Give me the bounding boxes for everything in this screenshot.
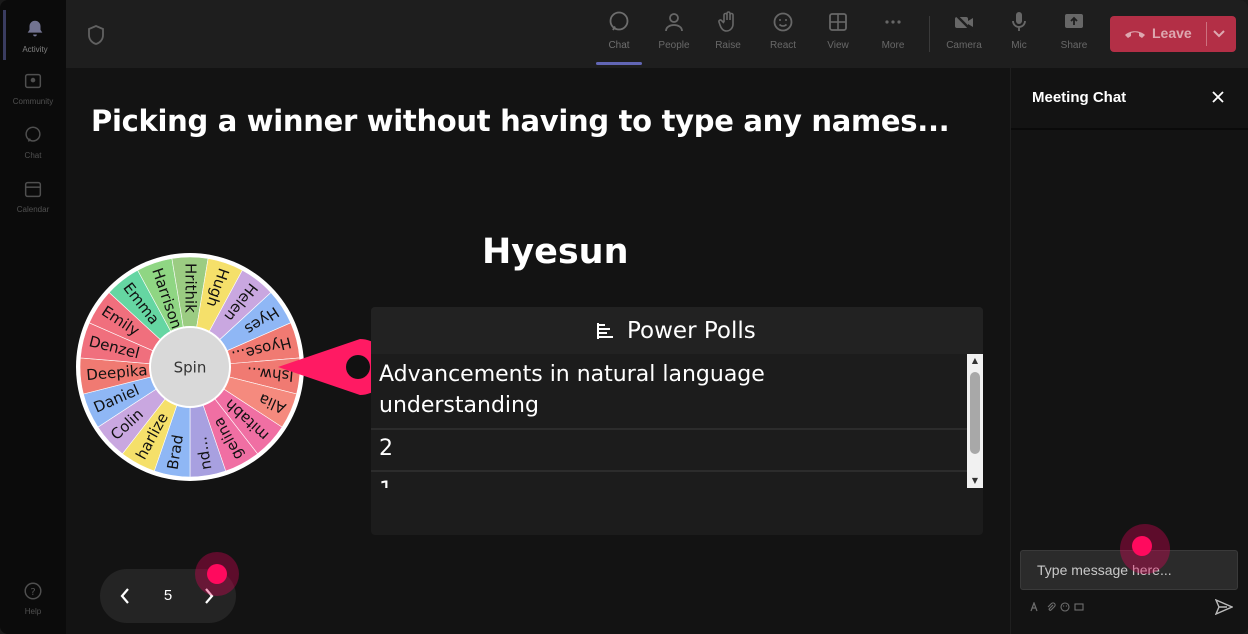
poll-option[interactable]: 1 bbox=[371, 472, 967, 488]
hand-icon bbox=[718, 11, 734, 32]
toolbar-label: Mic bbox=[1011, 40, 1027, 51]
grid-icon bbox=[829, 13, 847, 31]
wheel-pointer-hole bbox=[346, 355, 370, 379]
toolbar-label: Chat bbox=[608, 40, 630, 51]
spin-label: Spin bbox=[174, 359, 207, 377]
people-icon bbox=[665, 13, 683, 32]
toolbar-more-button[interactable]: More bbox=[868, 10, 918, 60]
poll-scrollbar[interactable]: ▲ ▼ bbox=[967, 354, 983, 488]
poll-options-list: Advancements in natural language underst… bbox=[371, 354, 967, 488]
rail-label: Calendar bbox=[16, 205, 50, 214]
chevron-down-icon[interactable] bbox=[1212, 29, 1226, 39]
rail-item-chat[interactable]: Chat bbox=[4, 116, 62, 166]
emoji-icon[interactable] bbox=[1060, 602, 1070, 612]
chat-title: Meeting Chat bbox=[1032, 89, 1127, 106]
bell-icon bbox=[27, 20, 43, 37]
winner-name: Hyesun bbox=[482, 232, 629, 272]
scroll-up-arrow-icon[interactable]: ▲ bbox=[967, 354, 983, 368]
rail-item-help[interactable]: ? Help bbox=[4, 572, 62, 622]
rail-label: Chat bbox=[24, 151, 42, 160]
toolbar-mic-button[interactable]: Mic bbox=[994, 10, 1044, 60]
toolbar-label: View bbox=[827, 40, 849, 51]
scroll-thumb[interactable] bbox=[970, 372, 980, 454]
toolbar-chat-button[interactable]: Chat bbox=[594, 10, 644, 60]
community-icon bbox=[24, 73, 42, 89]
toolbar-camera-button[interactable]: Camera bbox=[939, 10, 989, 60]
toolbar-people-button[interactable]: People bbox=[649, 10, 699, 60]
toolbar-label: People bbox=[658, 40, 690, 51]
toolbar-share-button[interactable]: Share bbox=[1049, 10, 1099, 60]
wheel-graphic[interactable]: EmmaHarrisonHrithik HughHelenHyesHyose...… bbox=[76, 248, 389, 488]
rail-item-community[interactable]: Community bbox=[4, 62, 62, 112]
poll-option-text: 1 bbox=[379, 475, 393, 488]
poll-option[interactable]: 2 bbox=[371, 430, 967, 472]
poll-option-text: 2 bbox=[379, 436, 393, 461]
toolbar-label: Camera bbox=[946, 40, 982, 51]
meeting-chat-panel: Meeting Chat bbox=[1010, 68, 1248, 634]
shared-content-stage: Picking a winner without having to type … bbox=[66, 68, 1010, 634]
rail-label: Help bbox=[24, 607, 42, 616]
attach-icon[interactable] bbox=[1046, 602, 1056, 612]
toolbar-raise-button[interactable]: Raise bbox=[703, 10, 753, 60]
more-icon bbox=[885, 20, 901, 24]
power-polls-panel: Power Polls Advancements in natural lang… bbox=[371, 307, 983, 535]
camera-off-icon bbox=[954, 13, 973, 32]
app-rail: Activity Community Chat Calendar ? Help bbox=[0, 0, 66, 634]
send-icon[interactable] bbox=[1215, 599, 1233, 615]
toolbar-label: React bbox=[769, 40, 797, 51]
leave-button[interactable]: Leave bbox=[1110, 16, 1236, 52]
toolbar-label: More bbox=[881, 40, 905, 51]
help-icon: ? bbox=[24, 582, 42, 600]
poll-title: Power Polls bbox=[627, 318, 756, 344]
chevron-left-icon[interactable] bbox=[116, 586, 134, 606]
hang-up-icon bbox=[1125, 31, 1145, 38]
chat-icon bbox=[25, 126, 41, 142]
pointer-highlight bbox=[1120, 524, 1170, 574]
rail-label: Activity bbox=[22, 45, 48, 54]
calendar-icon bbox=[24, 181, 42, 198]
poll-header: Power Polls bbox=[371, 307, 983, 354]
scroll-down-arrow-icon[interactable]: ▼ bbox=[967, 474, 983, 488]
wheel-segment-label: Hrithik bbox=[182, 263, 200, 313]
toolbar-react-button[interactable]: React bbox=[758, 10, 808, 60]
share-icon bbox=[1065, 14, 1083, 28]
toolbar-label: Share bbox=[1060, 40, 1088, 51]
meeting-toolbar: Chat People Raise React View More Camera bbox=[66, 0, 1248, 68]
page-number: 5 bbox=[163, 587, 173, 604]
gif-icon[interactable] bbox=[1074, 602, 1084, 612]
toolbar-divider bbox=[929, 16, 930, 52]
leave-label: Leave bbox=[1152, 25, 1192, 41]
format-icon[interactable] bbox=[1030, 602, 1040, 612]
shield-icon[interactable] bbox=[86, 24, 106, 46]
smiley-icon bbox=[773, 12, 793, 32]
rail-item-activity[interactable]: Activity bbox=[3, 10, 64, 60]
rail-item-calendar[interactable]: Calendar bbox=[4, 170, 62, 220]
poll-bars-icon bbox=[597, 323, 613, 339]
leave-divider bbox=[1206, 22, 1207, 46]
teams-meeting-window: Activity Community Chat Calendar ? Help … bbox=[0, 0, 1248, 634]
active-tab-indicator bbox=[596, 62, 642, 65]
pointer-highlight bbox=[195, 552, 239, 596]
chat-header: Meeting Chat bbox=[1011, 68, 1248, 130]
toolbar-view-button[interactable]: View bbox=[813, 10, 863, 60]
name-wheel: Emma Harrison Hrithik Hugh Helen Hyes Hyose...… bbox=[76, 248, 389, 488]
toolbar-label: Raise bbox=[715, 40, 741, 51]
rail-label: Community bbox=[12, 97, 54, 106]
poll-option-text: Advancements in natural language underst… bbox=[379, 362, 765, 418]
svg-text:?: ? bbox=[30, 587, 35, 598]
mic-icon bbox=[1012, 12, 1026, 31]
poll-option[interactable]: Advancements in natural language underst… bbox=[371, 354, 967, 430]
chat-icon bbox=[609, 11, 629, 31]
close-icon[interactable] bbox=[1211, 90, 1225, 104]
slide-title: Picking a winner without having to type … bbox=[91, 104, 950, 138]
